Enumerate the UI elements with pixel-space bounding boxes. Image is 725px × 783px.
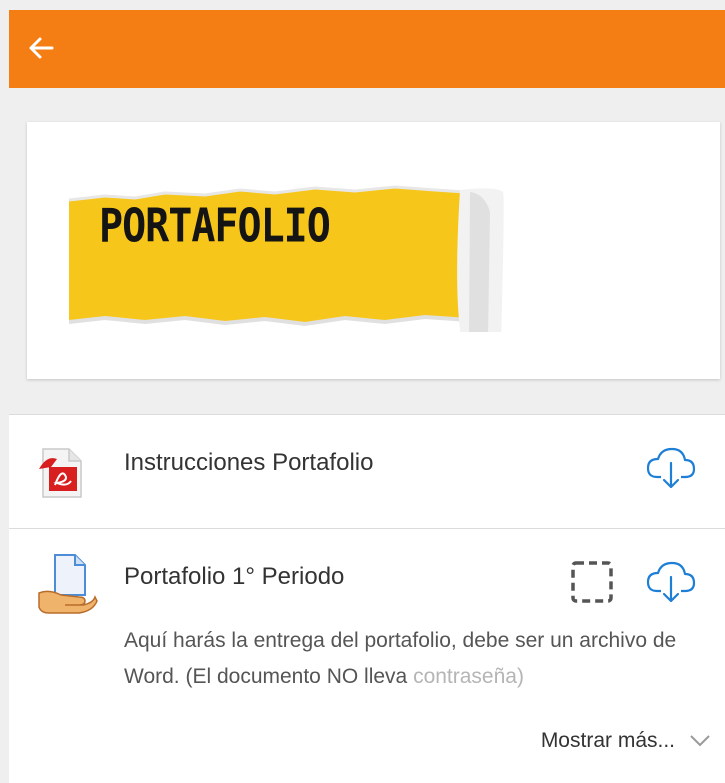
dashed-square-icon[interactable] [569, 559, 615, 605]
app-header [9, 10, 725, 88]
item-title: Portafolio 1° Periodo [124, 563, 345, 590]
pdf-file-icon [39, 448, 82, 498]
cloud-download-icon[interactable] [645, 559, 697, 605]
list-item-instrucciones[interactable]: Instrucciones Portafolio [9, 415, 725, 529]
chevron-down-icon [690, 735, 710, 747]
cloud-download-icon[interactable] [645, 445, 697, 491]
item-title: Instrucciones Portafolio [124, 449, 374, 476]
arrow-left-icon [29, 37, 54, 59]
module-list: Instrucciones Portafolio Portafolio 1° P… [9, 414, 725, 783]
show-more-button[interactable]: Mostrar más... [541, 729, 711, 753]
list-item-portafolio-periodo[interactable]: Portafolio 1° Periodo Aquí harás la entr… [9, 529, 725, 783]
assignment-hand-icon [38, 554, 98, 614]
show-more-label: Mostrar más... [540, 729, 675, 752]
course-banner-card: PORTAFOLIO [27, 122, 720, 379]
banner-title: PORTAFOLIO [99, 200, 331, 253]
description-text: Aquí harás la entrega del portafolio, de… [124, 629, 677, 688]
back-button[interactable] [23, 30, 59, 66]
item-description: Aquí harás la entrega del portafolio, de… [124, 623, 684, 695]
description-faded-text: contraseña) [413, 665, 524, 688]
